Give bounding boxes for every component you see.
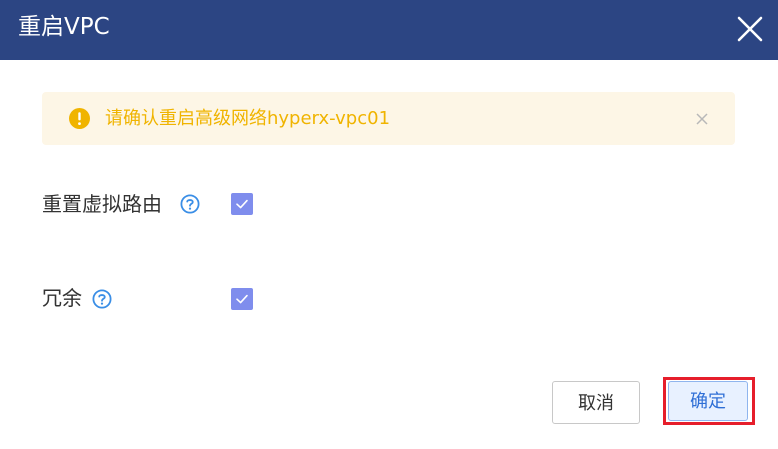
dialog-header: 重启VPC — [0, 0, 778, 60]
dialog-title: 重启VPC — [18, 14, 110, 40]
confirm-button[interactable]: 确定 — [668, 381, 748, 421]
confirm-alert: 请确认重启高级网络hyperx-vpc01 — [42, 92, 735, 145]
warning-icon — [69, 108, 90, 129]
reset-virtual-router-label: 重置虚拟路由 — [42, 192, 162, 216]
redundancy-checkbox[interactable] — [231, 288, 253, 310]
cancel-button[interactable]: 取消 — [552, 381, 640, 424]
restart-vpc-dialog: 重启VPC 请确认重启高级网络hyperx-vpc01 重置虚拟路由 冗余 取消… — [0, 0, 778, 449]
checkmark-icon — [236, 294, 248, 304]
help-icon[interactable] — [180, 194, 200, 214]
help-icon[interactable] — [92, 289, 112, 309]
reset-virtual-router-checkbox[interactable] — [231, 193, 253, 215]
redundancy-label: 冗余 — [42, 286, 82, 310]
alert-close-icon[interactable] — [695, 112, 709, 126]
alert-message: 请确认重启高级网络hyperx-vpc01 — [105, 108, 391, 129]
close-icon — [737, 16, 763, 42]
dialog-close-button[interactable] — [733, 12, 767, 46]
checkmark-icon — [236, 199, 248, 209]
